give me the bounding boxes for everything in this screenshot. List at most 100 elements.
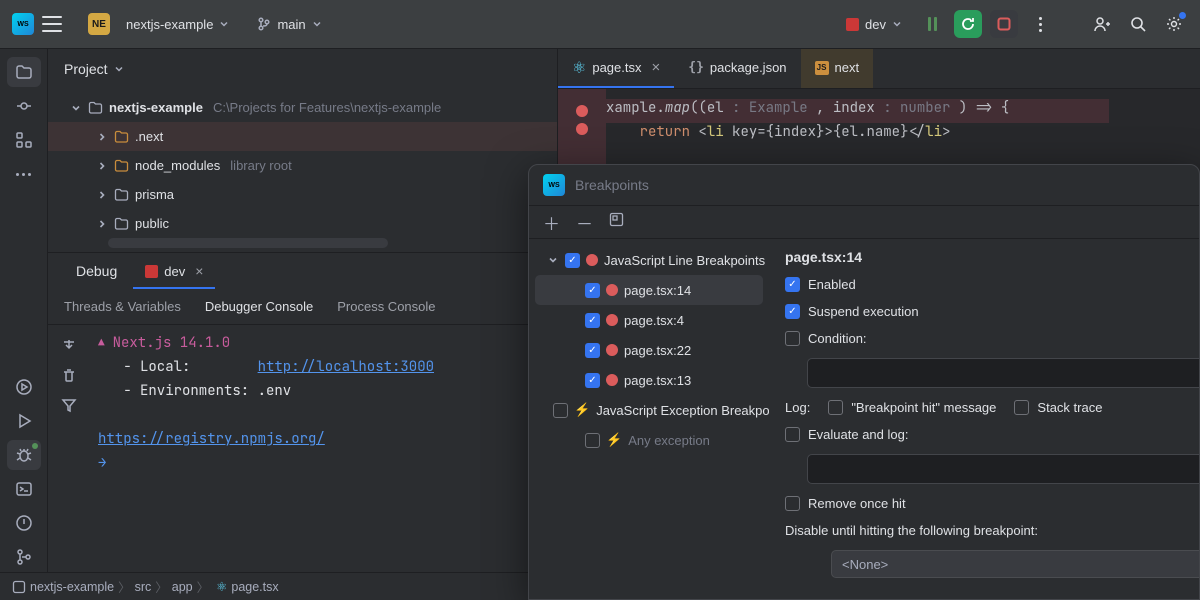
checkbox-icon[interactable]: ✓ (585, 313, 600, 328)
debug-subtab-console[interactable]: Debugger Console (205, 299, 313, 314)
project-name-label: nextjs-example (126, 17, 213, 32)
project-selector[interactable]: nextjs-example (118, 13, 237, 36)
terminal-icon (15, 480, 33, 498)
npm-icon (145, 265, 158, 278)
collaborate-button[interactable] (1088, 10, 1116, 38)
vcs-tool-button[interactable] (7, 542, 41, 572)
tree-item[interactable]: prisma (48, 180, 557, 209)
close-icon[interactable]: × (652, 59, 661, 76)
breadcrumb-segment[interactable]: app (172, 580, 193, 594)
evaluate-checkbox[interactable] (785, 427, 800, 442)
filter-button[interactable] (55, 391, 83, 419)
debug-subtab-threads[interactable]: Threads & Variables (64, 299, 181, 314)
breakpoint-item[interactable]: ✓page.tsx:14 (535, 275, 763, 305)
checkbox-icon[interactable]: ✓ (585, 373, 600, 388)
breakpoints-dialog: WS Breakpoints ＋ － ✓ JavaScript Line Bre… (528, 164, 1200, 600)
stack-trace-checkbox[interactable] (1014, 400, 1029, 415)
debug-subtabs: Threads & Variables Debugger Console Pro… (48, 289, 557, 325)
checkbox-icon[interactable]: ✓ (585, 343, 600, 358)
run-config-label: dev (865, 17, 886, 32)
breadcrumb-segment[interactable]: src (135, 580, 152, 594)
search-icon (1129, 15, 1147, 33)
checkbox-icon[interactable] (585, 433, 600, 448)
debug-subtab-process[interactable]: Process Console (337, 299, 435, 314)
folder-icon (114, 129, 129, 144)
module-icon (12, 580, 26, 594)
folder-icon (114, 216, 129, 231)
debugger-console[interactable]: ▲Next.js 14.1.0 - Local: http://localhos… (90, 325, 557, 572)
breakpoints-tree: ✓ JavaScript Line Breakpoints ✓page.tsx:… (529, 239, 769, 599)
project-view-selector[interactable]: Project (48, 49, 557, 89)
run-configuration[interactable]: dev (838, 13, 910, 36)
clear-button[interactable] (55, 361, 83, 389)
console-line: ▲Next.js 14.1.0 (90, 331, 557, 355)
breakpoint-group[interactable]: ⚡ JavaScript Exception Breakpoints (529, 395, 769, 425)
editor-tab[interactable]: ⚛page.tsx× (558, 49, 674, 88)
structure-tool-button[interactable] (7, 125, 41, 155)
dependent-breakpoint-select[interactable]: <None> (831, 550, 1199, 578)
lightning-icon: ⚡ (574, 402, 590, 418)
run-tool-button[interactable] (7, 372, 41, 402)
update-indicator (1179, 12, 1186, 19)
add-breakpoint-button[interactable]: ＋ (543, 210, 560, 235)
play-tool-button[interactable] (7, 406, 41, 436)
project-panel-title: Project (64, 61, 108, 77)
breadcrumb-segment[interactable]: nextjs-example (30, 580, 114, 594)
breakpoint-item[interactable]: ⚡ Any exception (529, 425, 769, 455)
enabled-checkbox[interactable]: ✓ (785, 277, 800, 292)
checkbox-icon[interactable]: ✓ (585, 283, 600, 298)
registry-link[interactable]: https://registry.npmjs.org/ (98, 430, 325, 448)
search-button[interactable] (1124, 10, 1152, 38)
debug-session-tab[interactable]: dev × (133, 255, 215, 289)
main-menu-icon[interactable] (42, 16, 62, 32)
close-icon[interactable]: × (191, 263, 203, 279)
project-tool-button[interactable] (7, 57, 41, 87)
commit-tool-button[interactable] (7, 91, 41, 121)
tree-item[interactable]: public (48, 209, 557, 238)
editor-tab[interactable]: JSnext (801, 49, 874, 88)
debug-tool-button[interactable] (7, 440, 41, 470)
tree-horizontal-scrollbar[interactable] (108, 238, 388, 248)
editor-tab[interactable]: {}package.json (674, 49, 800, 88)
scroll-to-end-button[interactable] (55, 331, 83, 359)
terminal-tool-button[interactable] (7, 474, 41, 504)
remove-once-checkbox[interactable] (785, 496, 800, 511)
suspend-checkbox[interactable]: ✓ (785, 304, 800, 319)
remove-breakpoint-button[interactable]: － (576, 210, 593, 235)
chevron-down-icon (70, 102, 82, 114)
tree-item[interactable]: node_moduleslibrary root (48, 151, 557, 180)
settings-button[interactable] (1160, 10, 1188, 38)
breakpoint-marker[interactable] (576, 123, 588, 135)
log-message-checkbox[interactable] (828, 400, 843, 415)
vcs-branch-selector[interactable]: main (249, 13, 329, 36)
group-by-button[interactable] (609, 212, 624, 232)
checkbox-icon[interactable]: ✓ (565, 253, 580, 268)
breakpoint-marker[interactable] (576, 105, 588, 117)
breakpoint-item[interactable]: ✓page.tsx:13 (529, 365, 769, 395)
pause-button[interactable] (918, 10, 946, 38)
breakpoint-item[interactable]: ✓page.tsx:22 (529, 335, 769, 365)
active-indicator (32, 443, 38, 449)
problems-tool-button[interactable] (7, 508, 41, 538)
tree-item[interactable]: .next (48, 122, 557, 151)
breakpoint-item[interactable]: ✓page.tsx:4 (529, 305, 769, 335)
condition-checkbox[interactable] (785, 331, 800, 346)
rerun-button[interactable] (954, 10, 982, 38)
dialog-title: Breakpoints (575, 177, 649, 193)
git-icon (15, 548, 33, 566)
js-icon: JS (815, 61, 829, 75)
stop-button[interactable] (990, 10, 1018, 38)
condition-input[interactable] (807, 358, 1199, 388)
debug-tabs: Debug dev × (48, 253, 557, 289)
more-tools-button[interactable] (7, 159, 41, 189)
more-actions[interactable] (1026, 10, 1054, 38)
tree-root[interactable]: nextjs-example C:\Projects for Features\… (48, 93, 557, 122)
project-badge: NE (88, 13, 110, 35)
breadcrumb-segment[interactable]: page.tsx (231, 580, 278, 594)
checkbox-icon[interactable] (553, 403, 568, 418)
local-url-link[interactable]: http://localhost:3000 (258, 358, 434, 376)
breakpoint-dot-icon (606, 314, 618, 326)
breakpoint-group[interactable]: ✓ JavaScript Line Breakpoints (529, 245, 769, 275)
warning-icon (15, 514, 33, 532)
evaluate-input[interactable] (807, 454, 1199, 484)
